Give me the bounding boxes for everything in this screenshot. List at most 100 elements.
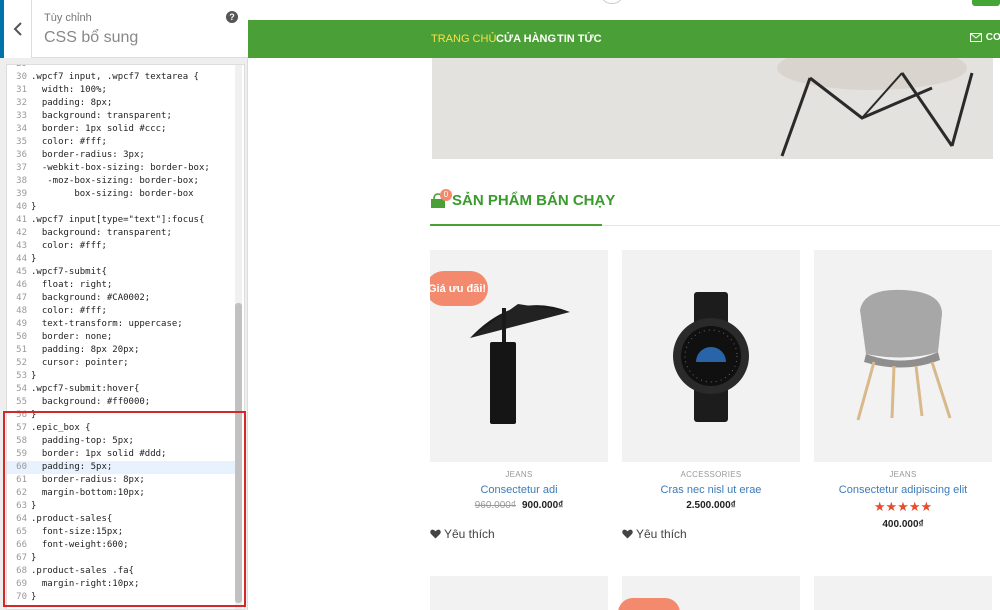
current-price: 900.000₫ <box>522 500 564 511</box>
wishlist-button[interactable]: Yêu thích <box>430 527 608 541</box>
code-text[interactable]: color: #fff; <box>31 136 107 149</box>
chevron-left-icon <box>13 22 22 36</box>
code-line[interactable]: 35 color: #fff; <box>7 136 237 149</box>
code-text[interactable]: .wpcf7 input, .wpcf7 textarea { <box>31 71 199 84</box>
code-text[interactable]: .wpcf7-submit:hover{ <box>31 383 139 396</box>
nav-contact[interactable]: CON <box>969 32 1000 43</box>
code-line[interactable]: 43 color: #fff; <box>7 240 237 253</box>
code-line[interactable]: 34 border: 1px solid #ccc; <box>7 123 237 136</box>
code-line[interactable]: 31 width: 100%; <box>7 84 237 97</box>
product-category[interactable]: ACCESSORIES <box>622 470 800 479</box>
code-line[interactable]: 33 background: transparent; <box>7 110 237 123</box>
code-text[interactable]: background: #CA0002; <box>31 292 150 305</box>
code-line[interactable]: 41 .wpcf7 input[type="text"]:focus{ <box>7 214 237 227</box>
product-name[interactable]: Consectetur adi <box>430 484 608 496</box>
product-card-next-row[interactable] <box>430 576 608 610</box>
code-text[interactable]: color: #fff; <box>31 240 107 253</box>
code-text[interactable]: background: transparent; <box>31 227 172 240</box>
code-text[interactable]: border-radius: 3px; <box>31 149 145 162</box>
help-icon[interactable]: ? <box>226 11 238 23</box>
code-text[interactable]: text-transform: uppercase; <box>31 318 183 331</box>
panel-title: CSS bổ sung <box>44 29 139 46</box>
current-price: 400.000₫ <box>882 519 924 530</box>
nav-item-shop[interactable]: CỬA HÀNG <box>496 33 556 45</box>
nav-item-home[interactable]: TRANG CHỦ <box>431 33 496 45</box>
product-card[interactable]: Giá ưu đãi! JEANS Consectetur adi 960.00… <box>430 250 608 541</box>
code-line[interactable]: 44} <box>7 253 237 266</box>
line-number: 33 <box>16 111 27 121</box>
code-text[interactable]: color: #fff; <box>31 305 107 318</box>
code-line[interactable]: 37 -webkit-box-sizing: border-box; <box>7 162 237 175</box>
product-card[interactable]: JEANS Consectetur adipiscing elit ★★★★★ … <box>814 250 992 530</box>
code-text[interactable]: .wpcf7 input[type="text"]:focus{ <box>31 214 204 227</box>
code-text[interactable]: background: transparent; <box>31 110 172 123</box>
product-name[interactable]: Consectetur adipiscing elit <box>814 484 992 496</box>
product-card-next-row[interactable] <box>814 576 992 610</box>
code-line[interactable]: 47 background: #CA0002; <box>7 292 237 305</box>
line-number: 35 <box>16 137 27 147</box>
back-button[interactable] <box>0 0 32 58</box>
code-text[interactable]: border: 1px solid #ccc; <box>31 123 167 136</box>
line-number: 52 <box>16 358 27 368</box>
code-line[interactable]: 36 border-radius: 3px; <box>7 149 237 162</box>
code-text[interactable]: cursor: pointer; <box>31 357 129 370</box>
code-text[interactable]: padding: 8px 20px; <box>31 344 140 357</box>
code-line[interactable]: 38 -moz-box-sizing: border-box; <box>7 175 237 188</box>
product-card-next-row[interactable] <box>618 576 800 610</box>
code-line[interactable]: 51 padding: 8px 20px; <box>7 344 237 357</box>
line-number: 40 <box>16 202 27 212</box>
code-line[interactable]: 48 color: #fff; <box>7 305 237 318</box>
code-text[interactable]: background: #ff0000; <box>31 396 150 409</box>
code-line[interactable]: 53} <box>7 370 237 383</box>
code-line[interactable]: 54 .wpcf7-submit:hover{ <box>7 383 237 396</box>
code-text[interactable]: border: none; <box>31 331 112 344</box>
customizer-panel: Tùy chỉnh CSS bổ sung ? 29 30 .wpcf7 input… <box>0 0 248 610</box>
product-image[interactable] <box>622 250 800 462</box>
code-text[interactable]: box-sizing: border-box <box>31 188 193 201</box>
code-line[interactable]: 46 float: right; <box>7 279 237 292</box>
wishlist-button[interactable]: Yêu thích <box>622 527 800 541</box>
code-line[interactable]: 50 border: none; <box>7 331 237 344</box>
sale-badge <box>618 598 680 610</box>
product-price: 960.000₫ 900.000₫ <box>430 500 608 511</box>
code-line[interactable]: 49 text-transform: uppercase; <box>7 318 237 331</box>
heart-icon <box>430 529 441 539</box>
code-text[interactable]: -moz-box-sizing: border-box; <box>31 175 199 188</box>
product-image[interactable]: Giá ưu đãi! <box>430 250 608 462</box>
line-number: 29 <box>16 64 27 69</box>
code-text[interactable]: padding: 8px; <box>31 97 112 110</box>
code-text[interactable]: width: 100%; <box>31 84 107 97</box>
code-line[interactable]: 29 <box>7 64 237 71</box>
product-card[interactable]: ACCESSORIES Cras nec nisl ut erae 2.500.… <box>622 250 800 541</box>
nav-item-news[interactable]: TIN TỨC <box>557 33 602 45</box>
line-number: 53 <box>16 371 27 381</box>
code-text[interactable]: .wpcf7-submit{ <box>31 266 107 279</box>
header-button[interactable] <box>972 0 1000 6</box>
code-text[interactable]: } <box>31 370 36 383</box>
code-text[interactable]: } <box>31 253 36 266</box>
code-text[interactable]: -webkit-box-sizing: border-box; <box>31 162 210 175</box>
line-number: 51 <box>16 345 27 355</box>
code-line[interactable]: 42 background: transparent; <box>7 227 237 240</box>
code-text[interactable]: float: right; <box>31 279 112 292</box>
product-category[interactable]: JEANS <box>430 470 608 479</box>
chair-legs-illustration <box>777 58 974 157</box>
code-line[interactable]: 39 box-sizing: border-box <box>7 188 237 201</box>
wishlist-label: Yêu thích <box>636 527 687 541</box>
code-line[interactable]: 32 padding: 8px; <box>7 97 237 110</box>
breadcrumb: Tùy chỉnh <box>44 12 92 24</box>
code-line[interactable]: 55 background: #ff0000; <box>7 396 237 409</box>
product-name[interactable]: Cras nec nisl ut erae <box>622 484 800 496</box>
code-text[interactable]: } <box>31 201 36 214</box>
line-number: 37 <box>16 163 27 173</box>
section-divider-accent <box>430 224 602 226</box>
code-line[interactable]: 45 .wpcf7-submit{ <box>7 266 237 279</box>
product-category[interactable]: JEANS <box>814 470 992 479</box>
code-line[interactable]: 40} <box>7 201 237 214</box>
line-number: 45 <box>16 267 27 277</box>
product-image[interactable] <box>814 250 992 462</box>
code-line[interactable]: 30 .wpcf7 input, .wpcf7 textarea { <box>7 71 237 84</box>
chair-image <box>856 289 952 421</box>
line-number: 50 <box>16 332 27 342</box>
code-line[interactable]: 52 cursor: pointer; <box>7 357 237 370</box>
